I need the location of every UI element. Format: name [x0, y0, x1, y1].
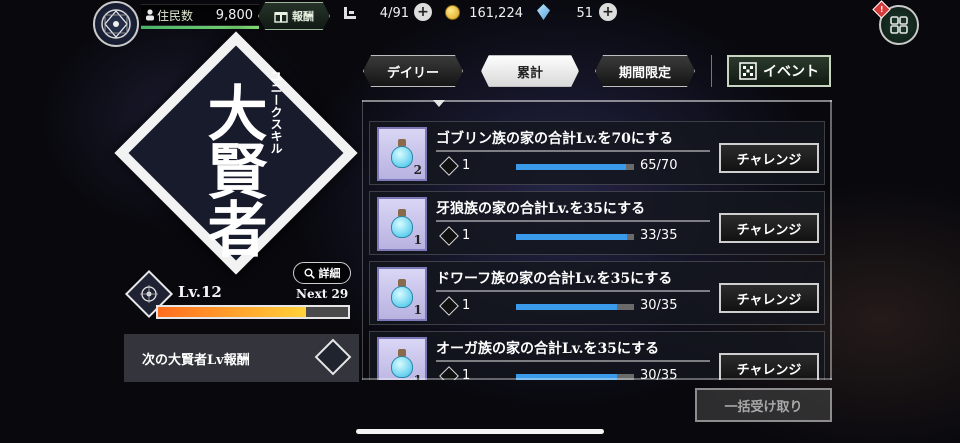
population-gauge — [141, 26, 259, 29]
list-scrollbar[interactable] — [830, 100, 832, 380]
reward-item-slot[interactable]: 1 — [377, 197, 427, 251]
person-icon — [146, 9, 154, 21]
gold-coin-icon — [445, 5, 460, 20]
reward-item-slot[interactable]: 1 — [377, 267, 427, 321]
mission-points: 1 — [462, 298, 471, 313]
bulk-receive-button[interactable]: 一括受け取り — [695, 388, 832, 422]
mission-divider — [436, 360, 710, 362]
event-button[interactable]: イベント — [727, 55, 831, 87]
reward-item-count: 1 — [413, 303, 422, 317]
mission-title: ドワーフ族の家の合計Lv.を35にする — [436, 271, 673, 287]
tab-daily[interactable]: デイリー — [363, 55, 463, 87]
tab-limited[interactable]: 期間限定 — [595, 55, 695, 87]
mission-points: 1 — [462, 228, 471, 243]
skill-detail-button[interactable]: 詳細 — [293, 262, 351, 284]
population-bar: 住民数 9,800 — [141, 4, 259, 26]
gold-value: 161,224 — [469, 5, 523, 21]
tab-cumulative[interactable]: 累計 — [481, 55, 579, 87]
mission-title: 牙狼族の家の合計Lv.を35にする — [436, 201, 646, 217]
next-level-reward-label: 次の大賢者Lv報酬 — [142, 352, 250, 368]
calendar-grid-icon — [739, 62, 757, 80]
mission-progress-fill — [516, 234, 627, 240]
mission-point-icon — [439, 296, 459, 316]
add-slots-button[interactable]: + — [414, 3, 432, 21]
mission-point-icon — [439, 226, 459, 246]
mission-list[interactable]: 2 ゴブリン族の家の合計Lv.を70にする 1 65/70 チャレンジ 1 牙狼族の家の合計… — [362, 100, 832, 380]
tab-divider — [711, 55, 712, 87]
mission-divider — [436, 150, 710, 152]
magnifier-icon — [304, 268, 315, 279]
potion-icon — [391, 349, 413, 379]
great-sage-emblem-icon[interactable] — [93, 1, 139, 47]
home-indicator[interactable] — [356, 429, 604, 434]
reward-item-slot[interactable]: 1 — [377, 337, 427, 380]
challenge-button[interactable]: チャレンジ — [719, 213, 819, 243]
next-level-requirement: Next 29 — [296, 287, 349, 301]
level-progress-fill — [158, 307, 307, 317]
mission-progress-bar — [516, 304, 634, 310]
mission-row: 1 牙狼族の家の合計Lv.を35にする 1 33/35 チャレンジ — [369, 191, 825, 255]
population-value: 9,800 — [215, 7, 253, 23]
mission-progress-bar — [516, 234, 634, 240]
population-label: 住民数 — [145, 7, 193, 24]
reward-button[interactable]: 報酬 — [258, 2, 330, 30]
skill-level: Lv.12 — [178, 283, 222, 301]
slots-value: 4/91 — [379, 5, 409, 21]
mission-title: オーガ族の家の合計Lv.を35にする — [436, 341, 660, 357]
potion-icon — [391, 209, 413, 239]
gift-icon — [274, 12, 288, 23]
list-bottom-border — [362, 378, 832, 380]
mission-progress-fill — [516, 304, 618, 310]
reward-item-slot[interactable]: 2 — [377, 127, 427, 181]
reward-item-count: 1 — [413, 233, 422, 247]
challenge-button[interactable]: チャレンジ — [719, 283, 819, 313]
reward-item-count: 2 — [413, 163, 422, 177]
magic-crystal-icon — [537, 4, 550, 20]
skill-category: ユニークスキル — [269, 70, 283, 154]
potion-icon — [391, 279, 413, 309]
level-progress-bar — [156, 305, 350, 319]
challenge-button[interactable]: チャレンジ — [719, 353, 819, 380]
mission-points: 1 — [462, 158, 471, 173]
house-slots-icon — [343, 5, 357, 24]
mission-row: 2 ゴブリン族の家の合計Lv.を70にする 1 65/70 チャレンジ — [369, 121, 825, 185]
mission-divider — [436, 220, 710, 222]
mission-progress-text: 30/35 — [640, 298, 678, 313]
add-crystal-button[interactable]: + — [599, 3, 617, 21]
mission-progress-bar — [516, 164, 634, 170]
skill-name: 大賢者 — [197, 82, 267, 256]
challenge-button[interactable]: チャレンジ — [719, 143, 819, 173]
mission-progress-text: 65/70 — [640, 158, 678, 173]
mission-title: ゴブリン族の家の合計Lv.を70にする — [436, 131, 674, 147]
potion-icon — [391, 139, 413, 169]
crystal-value: 51 — [576, 5, 593, 21]
mission-progress-fill — [516, 164, 626, 170]
mission-row: 1 ドワーフ族の家の合計Lv.を35にする 1 30/35 チャレンジ — [369, 261, 825, 325]
mission-point-icon — [439, 156, 459, 176]
grid-icon — [890, 16, 908, 34]
mission-divider — [436, 290, 710, 292]
mission-row: 1 オーガ族の家の合計Lv.を35にする 1 30/35 チャレンジ — [369, 331, 825, 380]
mission-progress-text: 33/35 — [640, 228, 678, 243]
